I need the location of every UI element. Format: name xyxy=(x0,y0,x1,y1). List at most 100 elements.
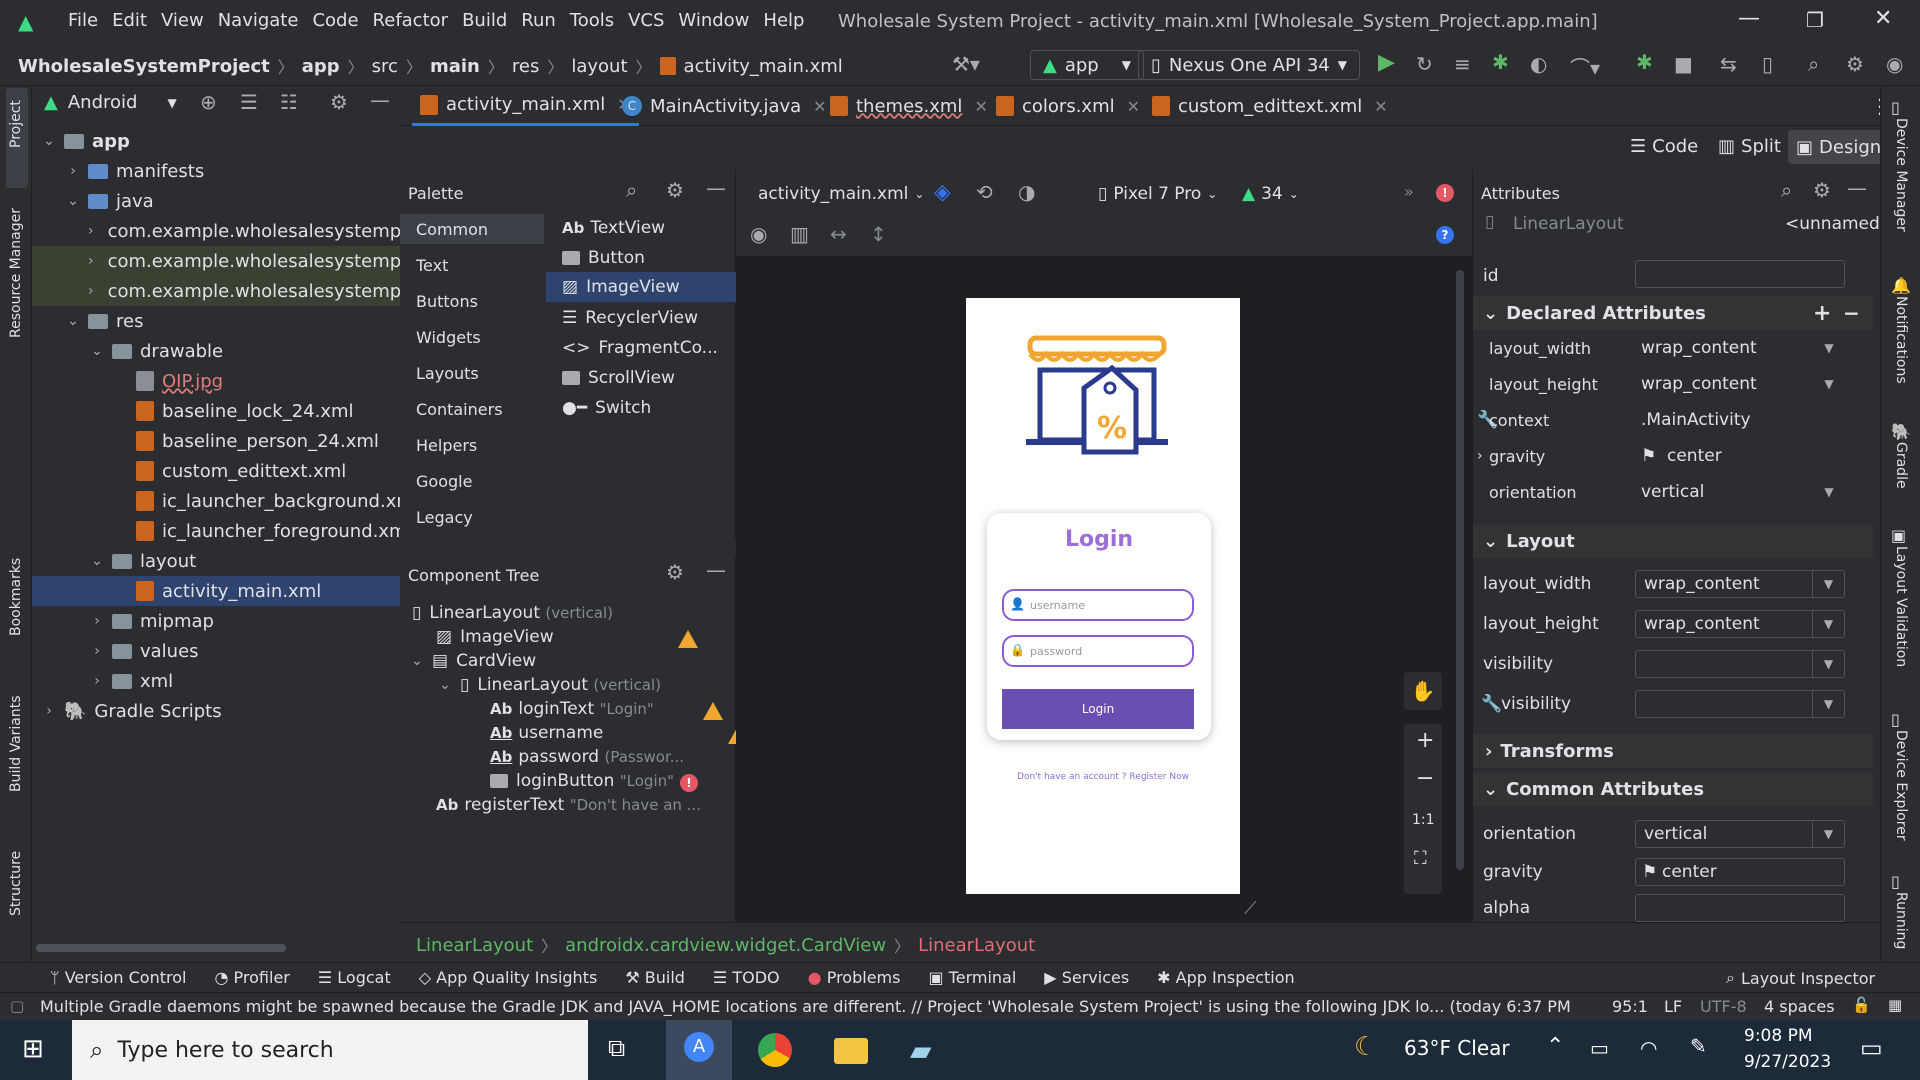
menu-vcs[interactable]: VCS xyxy=(628,10,664,31)
tree-row-activity-main[interactable]: activity_main.xml xyxy=(32,576,400,606)
palette-item-scrollview[interactable]: ScrollView xyxy=(562,368,675,388)
android-studio-taskbar-button[interactable]: A xyxy=(666,1020,732,1080)
menu-tools[interactable]: Tools xyxy=(570,10,614,31)
todo-button[interactable]: ☰ TODO xyxy=(713,968,780,987)
device-select[interactable]: ▯ Nexus One API 34 ▼ xyxy=(1138,50,1360,80)
zoom-actual-size-icon[interactable]: 1:1 xyxy=(1412,812,1435,828)
device-explorer-icon[interactable]: ▯ xyxy=(1891,710,1900,729)
palette-item-switch[interactable]: ●━ Switch xyxy=(562,398,651,418)
orientation-select[interactable]: vertical ▼ xyxy=(1635,820,1845,848)
menu-window[interactable]: Window xyxy=(678,10,749,31)
menu-code[interactable]: Code xyxy=(312,10,358,31)
error-icon[interactable]: ! xyxy=(1436,184,1454,202)
alpha-input[interactable] xyxy=(1635,894,1845,922)
ctree-row-registertext[interactable]: Ab registerText "Don't have an ... xyxy=(436,790,701,820)
palette-category-containers[interactable]: Containers xyxy=(416,400,503,419)
vertical-scrollbar[interactable] xyxy=(1456,270,1464,870)
strip-device-explorer-label[interactable]: Device Explorer xyxy=(1893,730,1909,841)
running-devices-icon[interactable]: ▯ xyxy=(1891,872,1900,891)
view-options-eye-icon[interactable]: ◉ xyxy=(750,222,767,246)
clock-time[interactable]: 9:08 PM xyxy=(1744,1026,1813,1046)
palette-category-google[interactable]: Google xyxy=(416,472,472,491)
tree-row-layout[interactable]: ⌄ layout xyxy=(88,546,196,576)
notepad-icon[interactable]: ▰ xyxy=(910,1034,932,1067)
menu-file[interactable]: File xyxy=(68,10,98,31)
strip-bookmarks-label[interactable]: Bookmarks xyxy=(8,558,24,636)
strip-device-manager-label[interactable]: Device Manager xyxy=(1893,118,1909,232)
palette-item-imageview[interactable]: ▨ ImageView xyxy=(546,272,736,302)
run-icon[interactable]: ▶ xyxy=(1378,50,1395,75)
hide-panel-icon[interactable]: — xyxy=(370,88,390,112)
tab-custom-edittext[interactable]: custom_edittext.xml ✕ xyxy=(1152,86,1388,126)
chevron-down-icon[interactable]: ▼ xyxy=(1813,478,1845,506)
line-separator[interactable]: LF xyxy=(1664,997,1682,1016)
breadcrumb-main[interactable]: main xyxy=(430,56,480,77)
tree-row-launcher-fg[interactable]: ic_launcher_foreground.xml xyxy=(136,516,412,546)
tree-row-res[interactable]: ⌄ res xyxy=(64,306,143,336)
tree-row-package-2[interactable]: › com.example.wholesalesystemp xyxy=(32,246,400,276)
memory-indicator-icon[interactable]: ▦ xyxy=(1888,996,1902,1014)
tree-row-values[interactable]: › values xyxy=(88,636,198,666)
windows-start-icon[interactable]: ⊞ xyxy=(22,1034,44,1064)
menu-navigate[interactable]: Navigate xyxy=(218,10,299,31)
login-button[interactable]: Login xyxy=(1002,689,1194,729)
zoom-out-icon[interactable]: − xyxy=(1416,766,1434,791)
tab-main-activity[interactable]: C MainActivity.java ✕ xyxy=(622,86,827,126)
run-config-select[interactable]: ▲ app ▼ xyxy=(1030,50,1144,80)
hide-panel-icon[interactable]: — xyxy=(1847,176,1867,200)
hide-panel-icon[interactable]: — xyxy=(706,558,726,582)
debug-icon[interactable]: ✱ xyxy=(1492,50,1509,74)
layout-height-select[interactable]: wrap_content ▼ xyxy=(1635,610,1845,638)
more-toolbar-icon[interactable]: » xyxy=(1404,182,1414,201)
night-mode-icon[interactable]: ◑ xyxy=(1018,180,1035,204)
settings-gear-icon[interactable]: ⚙ xyxy=(666,178,684,202)
locate-icon[interactable]: ⊕ xyxy=(200,90,217,114)
tab-colors[interactable]: colors.xml ✕ xyxy=(996,86,1140,126)
phone-preview[interactable]: % Login 👤 username 🔒 password Login Don'… xyxy=(966,298,1240,894)
breadcrumb-layout[interactable]: layout xyxy=(571,56,627,77)
warning-icon[interactable] xyxy=(703,702,724,720)
palette-category-helpers[interactable]: Helpers xyxy=(416,436,477,455)
zoom-in-icon[interactable]: + xyxy=(1416,728,1434,753)
menu-edit[interactable]: Edit xyxy=(112,10,147,31)
palette-item-textview[interactable]: Ab TextView xyxy=(562,218,665,238)
declared-attributes-header[interactable]: ⌄ Declared Attributes + − xyxy=(1473,296,1873,330)
terminal-button[interactable]: ▣ Terminal xyxy=(928,968,1016,987)
tree-row-xml[interactable]: › xml xyxy=(88,666,173,696)
register-text[interactable]: Don't have an account ? Register Now xyxy=(966,772,1240,782)
palette-category-common[interactable]: Common xyxy=(416,220,488,239)
settings-gear-icon[interactable]: ⚙ xyxy=(1846,52,1864,76)
palette-category-buttons[interactable]: Buttons xyxy=(416,292,478,311)
close-icon[interactable]: ✕ xyxy=(974,97,987,116)
caret-position[interactable]: 95:1 xyxy=(1612,997,1648,1016)
breadcrumb-project[interactable]: WholesaleSystemProject xyxy=(18,56,270,77)
strip-project-label[interactable]: Project xyxy=(8,100,24,148)
layers-icon[interactable]: ◈ xyxy=(934,180,951,205)
palette-item-button[interactable]: Button xyxy=(562,248,645,268)
breadcrumb-app[interactable]: app xyxy=(302,56,340,77)
close-icon[interactable]: ✕ xyxy=(813,97,826,116)
sync-gradle-icon[interactable]: ⇆ xyxy=(1720,52,1737,76)
visibility-select[interactable]: ▼ xyxy=(1635,650,1845,678)
file-explorer-icon[interactable] xyxy=(834,1038,868,1064)
layout-width-select[interactable]: wrap_content ▼ xyxy=(1635,570,1845,598)
design-mode-button[interactable]: ▣ Design xyxy=(1788,130,1890,164)
attach-icon[interactable]: ✱ xyxy=(1636,50,1653,74)
palette-category-layouts[interactable]: Layouts xyxy=(416,364,479,383)
notifications-bell-icon[interactable]: 🔔 xyxy=(1891,276,1911,295)
split-mode-button[interactable]: ▥ Split xyxy=(1718,136,1781,157)
device-manager-icon[interactable]: ▯ xyxy=(1891,98,1900,117)
palette-category-text[interactable]: Text xyxy=(416,256,448,275)
build-button[interactable]: ⚒ Build xyxy=(625,968,685,987)
tree-row-manifests[interactable]: › manifests xyxy=(64,156,204,186)
attach-debugger-icon[interactable]: ⌒▾ xyxy=(1570,52,1600,81)
tree-row-java[interactable]: ⌄ java xyxy=(64,186,154,216)
palette-category-legacy[interactable]: Legacy xyxy=(416,508,473,527)
store-logo-image[interactable]: % xyxy=(1022,330,1172,460)
pen-icon[interactable]: ✎ xyxy=(1690,1034,1707,1058)
strip-build-variants-label[interactable]: Build Variants xyxy=(8,695,24,792)
project-view-select[interactable]: ▲ Android ▼ xyxy=(44,92,177,113)
file-encoding[interactable]: UTF-8 xyxy=(1700,997,1747,1016)
status-toggle-icon[interactable]: ▢ xyxy=(10,997,24,1015)
tree-row-package-1[interactable]: › com.example.wholesalesystemp xyxy=(32,216,400,246)
